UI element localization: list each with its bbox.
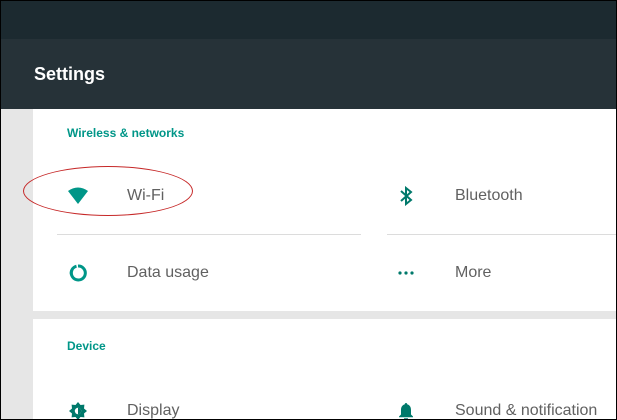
settings-screen: Settings Wireless & networks Wi-Fi Bluet…: [0, 0, 617, 420]
device-card: Device Display Sound & notification: [33, 319, 616, 419]
wifi-label: Wi-Fi: [127, 187, 165, 204]
data-usage-label: Data usage: [127, 264, 209, 281]
section-header-device: Device: [67, 339, 106, 353]
bell-icon: [395, 400, 417, 419]
display-item[interactable]: Display: [67, 391, 357, 419]
display-label: Display: [127, 402, 180, 419]
data-usage-item[interactable]: Data usage: [67, 253, 357, 293]
bluetooth-label: Bluetooth: [455, 187, 523, 204]
wireless-networks-card: Wireless & networks Wi-Fi Bluetooth Data…: [33, 109, 616, 311]
page-title: Settings: [34, 64, 106, 84]
status-bar: [1, 1, 616, 39]
more-label: More: [455, 264, 492, 281]
section-header-wireless: Wireless & networks: [67, 126, 185, 140]
left-gutter: [1, 109, 16, 419]
wifi-item[interactable]: Wi-Fi: [67, 176, 357, 216]
app-bar: Settings: [1, 39, 616, 109]
data-usage-icon: [67, 262, 89, 284]
bluetooth-item[interactable]: Bluetooth: [395, 176, 616, 216]
sound-notification-label: Sound & notification: [455, 402, 598, 419]
bluetooth-icon: [395, 185, 417, 207]
more-icon: [395, 262, 417, 284]
sound-notification-item[interactable]: Sound & notification: [395, 391, 616, 419]
divider: [57, 234, 361, 235]
more-item[interactable]: More: [395, 253, 616, 293]
wifi-icon: [67, 185, 89, 207]
divider: [387, 234, 616, 235]
brightness-icon: [67, 400, 89, 419]
